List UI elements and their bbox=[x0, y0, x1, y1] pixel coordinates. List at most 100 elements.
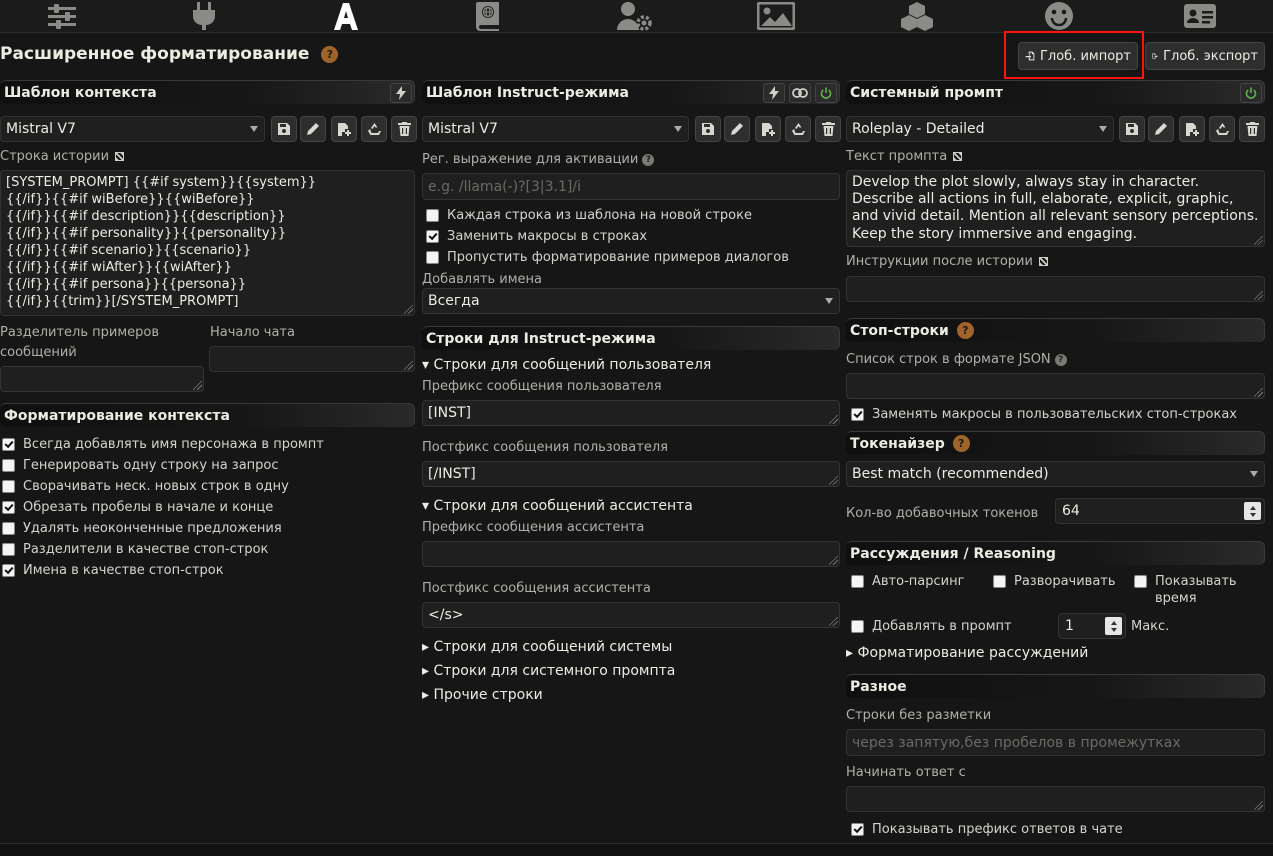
resize-handle-icon[interactable] bbox=[404, 305, 413, 314]
power-icon[interactable] bbox=[815, 82, 837, 103]
pencil-icon[interactable] bbox=[300, 116, 326, 142]
checkbox-box[interactable] bbox=[851, 823, 864, 836]
save-icon[interactable] bbox=[695, 116, 721, 142]
user-gear-icon[interactable] bbox=[604, 0, 664, 32]
add-to-prompt-checkbox[interactable]: Добавлять в промпт bbox=[851, 619, 1012, 634]
pencil-icon[interactable] bbox=[724, 116, 750, 142]
checkbox-box[interactable] bbox=[2, 564, 15, 577]
checkbox-box[interactable] bbox=[426, 209, 439, 222]
recycle-icon[interactable] bbox=[785, 116, 811, 142]
save-icon[interactable] bbox=[1119, 116, 1145, 142]
tokenizer-select[interactable]: Best match (recommended) bbox=[846, 461, 1265, 487]
resize-handle-icon[interactable] bbox=[404, 361, 413, 370]
pencil-icon[interactable] bbox=[1148, 116, 1174, 142]
no-markup-input[interactable]: через запятую,без пробелов в промежутках bbox=[846, 729, 1265, 756]
user-suffix-input[interactable]: [/INST] bbox=[422, 461, 840, 487]
auto-expand-checkbox[interactable]: Разворачивать bbox=[993, 574, 1116, 589]
book-globe-icon[interactable] bbox=[458, 0, 518, 32]
prompt-text-textarea[interactable]: Develop the plot slowly, always stay in … bbox=[846, 170, 1265, 247]
assistant-suffix-input[interactable]: </s> bbox=[422, 602, 840, 628]
help-icon[interactable]: ? bbox=[642, 153, 655, 166]
checkbox-box[interactable] bbox=[1134, 575, 1147, 588]
system-strings-toggle[interactable]: ▸ Строки для сообщений системы bbox=[422, 639, 672, 655]
chat-start-input[interactable] bbox=[209, 346, 415, 372]
checkbox-box[interactable] bbox=[2, 522, 15, 535]
file-add-icon[interactable] bbox=[331, 116, 357, 142]
resize-handle-icon[interactable] bbox=[829, 617, 838, 626]
checkbox-box[interactable] bbox=[426, 230, 439, 243]
sysprompt-strings-toggle[interactable]: ▸ Строки для системного промпта bbox=[422, 663, 675, 679]
story-string-textarea[interactable]: [SYSTEM_PROMPT] {{#if system}}{{system}}… bbox=[0, 170, 415, 316]
help-icon[interactable]: ? bbox=[1054, 353, 1067, 366]
global-import-button[interactable]: Глоб. импорт bbox=[1018, 42, 1138, 70]
instruct-preset-select[interactable]: Mistral V7 bbox=[422, 116, 689, 142]
resize-handle-icon[interactable] bbox=[1254, 291, 1263, 300]
always-add-name-checkbox[interactable]: Всегда добавлять имя персонажа в промпт bbox=[2, 437, 324, 452]
resize-handle-icon[interactable] bbox=[1254, 236, 1263, 245]
trash-icon[interactable] bbox=[1239, 116, 1265, 142]
expand-icon[interactable] bbox=[1038, 257, 1048, 266]
checkbox-box[interactable] bbox=[2, 501, 15, 514]
replace-stop-macros-checkbox[interactable]: Заменять макросы в пользовательских стоп… bbox=[851, 407, 1237, 422]
user-prefix-input[interactable]: [INST] bbox=[422, 400, 840, 426]
help-icon[interactable]: ? bbox=[321, 45, 339, 63]
extra-tokens-input[interactable]: 64 bbox=[1055, 498, 1265, 524]
checkbox-box[interactable] bbox=[851, 620, 864, 633]
trash-icon[interactable] bbox=[391, 116, 417, 142]
example-separator-input[interactable] bbox=[0, 366, 204, 392]
plug-icon[interactable] bbox=[174, 0, 234, 32]
smile-icon[interactable] bbox=[1029, 0, 1089, 32]
spinner-icon[interactable] bbox=[1105, 617, 1122, 635]
stop-list-input[interactable] bbox=[846, 373, 1265, 399]
sysprompt-preset-select[interactable]: Roleplay - Detailed bbox=[846, 116, 1114, 142]
replace-macros-checkbox[interactable]: Заменить макросы в строках bbox=[426, 229, 647, 244]
user-strings-toggle[interactable]: ▾ Строки для сообщений пользователя bbox=[422, 357, 711, 373]
resize-handle-icon[interactable] bbox=[829, 476, 838, 485]
resize-handle-icon[interactable] bbox=[829, 415, 838, 424]
font-a-icon[interactable] bbox=[316, 0, 376, 32]
generate-one-line-checkbox[interactable]: Генерировать одну строку на запрос bbox=[2, 458, 279, 473]
expand-icon[interactable] bbox=[953, 152, 963, 161]
assistant-prefix-input[interactable] bbox=[422, 541, 840, 567]
trash-icon[interactable] bbox=[815, 116, 841, 142]
file-add-icon[interactable] bbox=[1179, 116, 1205, 142]
cubes-icon[interactable] bbox=[887, 0, 947, 32]
recycle-icon[interactable] bbox=[361, 116, 387, 142]
checkbox-box[interactable] bbox=[2, 438, 15, 451]
separators-as-stop-checkbox[interactable]: Разделители в качестве стоп-строк bbox=[2, 542, 268, 557]
save-icon[interactable] bbox=[271, 116, 297, 142]
post-history-input[interactable] bbox=[846, 276, 1265, 302]
recycle-icon[interactable] bbox=[1209, 116, 1235, 142]
wrap-sequences-checkbox[interactable]: Каждая строка из шаблона на новой строке bbox=[426, 208, 752, 223]
resize-handle-icon[interactable] bbox=[193, 381, 202, 390]
auto-parse-checkbox[interactable]: Авто-парсинг bbox=[851, 574, 964, 589]
checkbox-box[interactable] bbox=[2, 459, 15, 472]
include-names-select[interactable]: Всегда bbox=[422, 288, 840, 314]
checkbox-box[interactable] bbox=[426, 251, 439, 264]
expand-icon[interactable] bbox=[115, 152, 125, 161]
id-card-icon[interactable] bbox=[1170, 0, 1230, 32]
assistant-strings-toggle[interactable]: ▾ Строки для сообщений ассистента bbox=[422, 498, 693, 514]
resize-handle-icon[interactable] bbox=[829, 556, 838, 565]
activation-regex-input[interactable]: e.g. /llama(-)?[3|3.1]/i bbox=[422, 173, 840, 200]
context-preset-select[interactable]: Mistral V7 bbox=[0, 116, 265, 142]
checkbox-box[interactable] bbox=[851, 408, 864, 421]
checkbox-box[interactable] bbox=[851, 575, 864, 588]
resize-handle-icon[interactable] bbox=[1254, 388, 1263, 397]
start-reply-input[interactable] bbox=[846, 786, 1265, 812]
show-reply-prefix-checkbox[interactable]: Показывать префикс ответов в чате bbox=[851, 822, 1123, 837]
global-export-button[interactable]: Глоб. экспорт bbox=[1145, 42, 1265, 70]
checkbox-box[interactable] bbox=[993, 575, 1006, 588]
collapse-newlines-checkbox[interactable]: Сворачивать неск. новых строк в одну bbox=[2, 479, 289, 494]
link-icon[interactable] bbox=[789, 82, 811, 103]
resize-handle-icon[interactable] bbox=[1254, 801, 1263, 810]
skip-examples-checkbox[interactable]: Пропустить форматирование примеров диало… bbox=[426, 250, 789, 265]
power-icon[interactable] bbox=[1240, 82, 1262, 103]
checkbox-box[interactable] bbox=[2, 480, 15, 493]
bolt-icon[interactable] bbox=[390, 82, 412, 103]
sliders-icon[interactable] bbox=[32, 0, 92, 32]
help-icon[interactable]: ? bbox=[952, 435, 970, 452]
trim-incomplete-checkbox[interactable]: Удалять неоконченные предложения bbox=[2, 521, 282, 536]
image-icon[interactable] bbox=[746, 0, 806, 32]
names-as-stop-checkbox[interactable]: Имена в качестве стоп-строк bbox=[2, 563, 224, 578]
